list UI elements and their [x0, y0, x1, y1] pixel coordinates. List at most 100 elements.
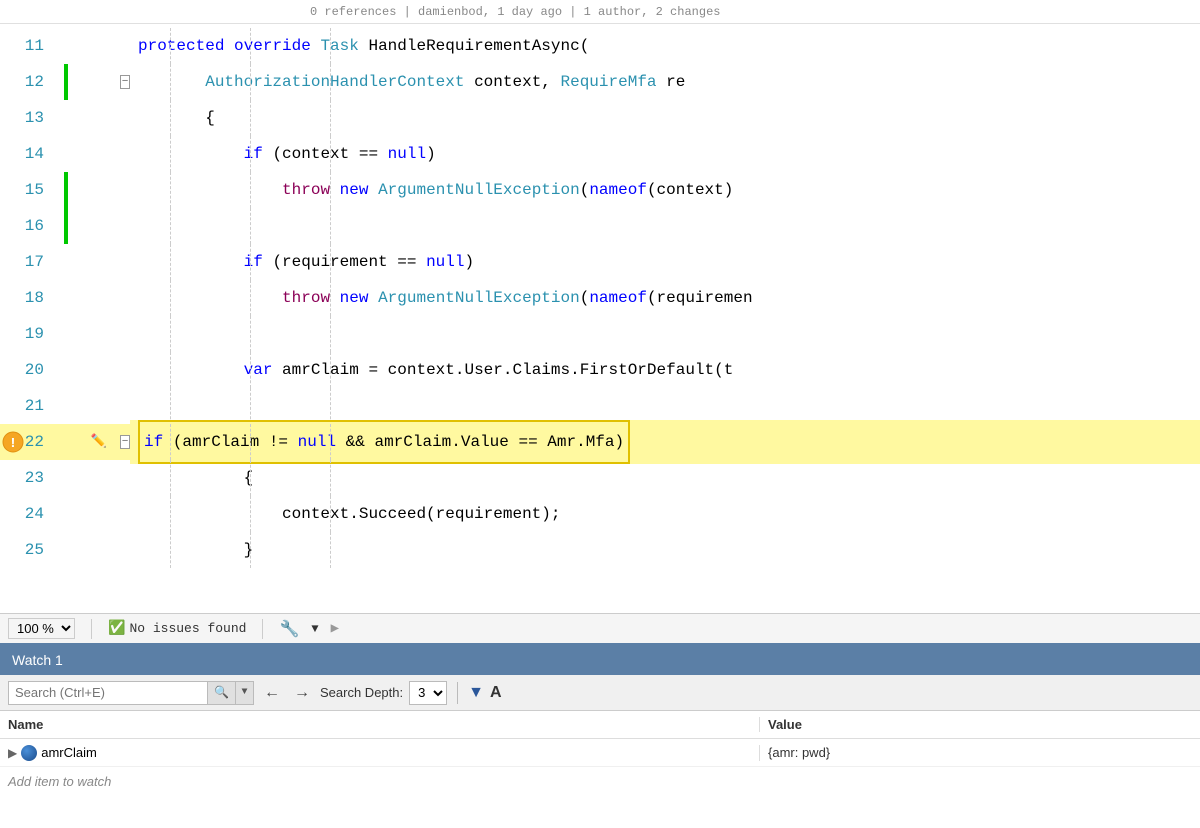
guide-container-12: AuthorizationHandlerContext context, Req… [130, 64, 1200, 100]
check-icon: ✅ [108, 620, 125, 637]
guide-container-24: context.Succeed(requirement); [130, 496, 1200, 532]
status-bar: 100 % 75 % 125 % 150 % ✅ No issues found… [0, 613, 1200, 643]
debug-warning-icon: ! [2, 431, 24, 453]
guide-line-0 [170, 172, 171, 208]
guide-line-0 [170, 532, 171, 568]
expand-arrow-icon[interactable]: ▶ [8, 746, 17, 760]
guide-line-1 [250, 136, 251, 172]
guide-line-1 [250, 532, 251, 568]
line-number-13: 13 [0, 100, 60, 136]
filter-button[interactable]: ▼ [468, 684, 484, 702]
guide-line-1 [250, 460, 251, 496]
zoom-select[interactable]: 100 % 75 % 125 % 150 % [8, 618, 75, 639]
line-content-18: throw new ArgumentNullException(nameof(r… [130, 280, 1200, 316]
guide-container-25: } [130, 532, 1200, 568]
guide-container-22: if (amrClaim != null && amrClaim.Value =… [130, 424, 1200, 460]
no-issues-indicator: ✅ No issues found [108, 620, 246, 637]
add-item-to-watch[interactable]: Add item to watch [0, 767, 1200, 795]
collapse-icon-12[interactable]: − [120, 75, 130, 89]
code-line-18: 18 throw new ArgumentNullException(nameo… [0, 280, 1200, 316]
guide-line-2 [330, 100, 331, 136]
line-number-12: 12 [0, 64, 60, 100]
code-line-12: 12 − AuthorizationHandlerContext context,… [0, 64, 1200, 100]
line-content-22: if (amrClaim != null && amrClaim.Value =… [130, 420, 1200, 464]
font-size-button[interactable]: A [490, 684, 502, 702]
line-number-19: 19 [0, 316, 60, 352]
code-line-13: 13 { [0, 100, 1200, 136]
search-dropdown-button[interactable]: ▼ [236, 681, 254, 705]
code-line-25: 25 } [0, 532, 1200, 568]
guide-line-2 [330, 280, 331, 316]
line-content-17: if (requirement == null) [130, 244, 1200, 280]
green-bar [64, 64, 68, 100]
guide-line-0 [170, 136, 171, 172]
guide-line-0 [170, 244, 171, 280]
guide-line-2 [330, 388, 331, 424]
line-number-18: 18 [0, 280, 60, 316]
watch-header: Watch 1 [0, 645, 1200, 675]
green-bar [64, 172, 68, 208]
guide-container-21 [130, 388, 1200, 424]
guide-line-0 [170, 460, 171, 496]
guide-line-2 [330, 316, 331, 352]
watch-toolbar: 🔍 ▼ ← → Search Depth: 3 1 2 4 5 ▼ A [0, 675, 1200, 711]
guide-container-15: throw new ArgumentNullException(nameof(c… [130, 172, 1200, 208]
line-content-15: throw new ArgumentNullException(nameof(c… [130, 172, 1200, 208]
guide-line-2 [330, 172, 331, 208]
guide-line-1 [250, 280, 251, 316]
line-number-21: 21 [0, 388, 60, 424]
guide-container-20: var amrClaim = context.User.Claims.First… [130, 352, 1200, 388]
code-line-14: 14 if (context == null) [0, 136, 1200, 172]
watch-col-name-header: Name [0, 717, 760, 732]
guide-line-2 [330, 532, 331, 568]
green-bar [64, 208, 68, 244]
search-button[interactable]: 🔍 [208, 681, 236, 705]
line-number-16: 16 [0, 208, 60, 244]
guide-line-1 [250, 316, 251, 352]
line-content-11: protected override Task HandleRequiremen… [130, 28, 1200, 64]
guide-line-2 [330, 208, 331, 244]
code-line-23: 23 { [0, 460, 1200, 496]
edit-icon[interactable]: ✏️ [91, 424, 107, 460]
guide-container-16 [130, 208, 1200, 244]
guide-line-0 [170, 316, 171, 352]
watch-item-name: amrClaim [41, 745, 97, 760]
git-info-text: 0 references | damienbod, 1 day ago | 1 … [310, 5, 720, 19]
guide-line-2 [330, 136, 331, 172]
search-box[interactable] [8, 681, 208, 705]
guide-line-1 [250, 496, 251, 532]
code-container: 11protected override Task HandleRequirem… [0, 24, 1200, 613]
watch-row-value: {amr: pwd} [760, 745, 1200, 760]
code-line-24: 24 context.Succeed(requirement); [0, 496, 1200, 532]
guide-container-14: if (context == null) [130, 136, 1200, 172]
guide-line-1 [250, 388, 251, 424]
git-icon: 🔧 [279, 619, 299, 639]
guide-line-2 [330, 424, 331, 460]
line-number-17: 17 [0, 244, 60, 280]
git-dropdown[interactable]: ▼ [311, 622, 318, 636]
search-input[interactable] [15, 685, 175, 700]
watch-col-value-header: Value [760, 717, 1200, 732]
git-info-bar: 0 references | damienbod, 1 day ago | 1 … [0, 0, 1200, 24]
search-box-wrapper: 🔍 ▼ [8, 681, 254, 705]
line-number-14: 14 [0, 136, 60, 172]
nav-back-button[interactable]: ← [260, 682, 284, 704]
guide-line-2 [330, 244, 331, 280]
line-content-14: if (context == null) [130, 136, 1200, 172]
guide-container-13: { [130, 100, 1200, 136]
guide-line-0 [170, 424, 171, 460]
collapse-icon-22[interactable]: − [120, 435, 130, 449]
globe-icon [21, 745, 37, 761]
code-line-11: 11protected override Task HandleRequirem… [0, 28, 1200, 64]
collapse-area-22: − [110, 435, 130, 449]
guide-container-17: if (requirement == null) [130, 244, 1200, 280]
search-depth-select[interactable]: 3 1 2 4 5 [409, 681, 447, 705]
nav-forward-button[interactable]: → [290, 682, 314, 704]
guide-line-2 [330, 64, 331, 100]
watch-row-name: ▶ amrClaim [0, 745, 760, 761]
guide-line-2 [330, 28, 331, 64]
watch-row[interactable]: ▶ amrClaim {amr: pwd} [0, 739, 1200, 767]
status-separator-2 [262, 619, 263, 639]
add-item-label: Add item to watch [8, 774, 111, 789]
guide-line-0 [170, 100, 171, 136]
